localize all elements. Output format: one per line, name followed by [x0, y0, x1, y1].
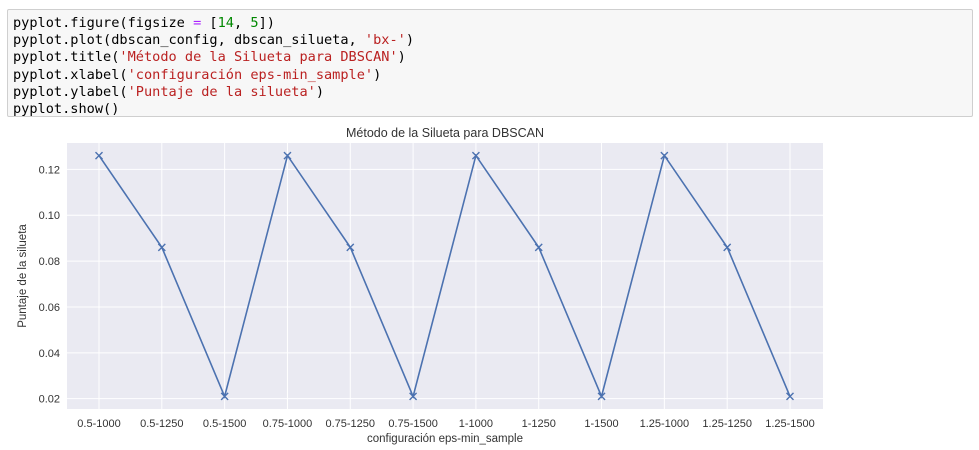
- x-tick-label: 1.25-1000: [640, 418, 690, 430]
- x-axis-label: configuración eps-min_sample: [367, 433, 523, 445]
- code-token: ,: [234, 15, 251, 31]
- code-token: ): [373, 66, 382, 83]
- chart-title: Método de la Silueta para DBSCAN: [346, 126, 544, 140]
- y-axis-label: Puntaje de la silueta: [17, 224, 29, 328]
- code-cell[interactable]: pyplot.figure(figsize = [14, 5]) pyplot.p…: [7, 9, 973, 117]
- x-tick-label: 0.5-1000: [77, 418, 120, 430]
- x-tick-label: 1.25-1250: [702, 418, 752, 430]
- line-chart: 0.5-1000 0.5-1250 0.5-1500 0.75-1000 0.75-12…: [17, 126, 823, 445]
- code-line: pyplot.figure(figsize = [14, 5]): [13, 15, 972, 32]
- x-tick-label: 0.75-1250: [325, 418, 375, 430]
- y-tick-label: 0.12: [39, 164, 60, 176]
- x-tick-label: 0.5-1500: [203, 418, 246, 430]
- code-line: pyplot.ylabel('Puntaje de la silueta'): [13, 84, 972, 101]
- code-token: ]): [258, 15, 275, 31]
- x-tick-label: 0.75-1500: [388, 418, 438, 430]
- code-token: 'configuración eps-min_sample': [127, 66, 374, 83]
- x-tick-label: 1.25-1500: [765, 418, 815, 430]
- code-editor[interactable]: pyplot.figure(figsize = [14, 5]) pyplot.p…: [13, 15, 972, 118]
- x-tick-label: 0.5-1250: [140, 418, 183, 430]
- code-token: pyplot.ylabel(: [13, 83, 128, 100]
- x-tick-label: 0.75-1000: [263, 418, 313, 430]
- code-token: ): [397, 49, 406, 66]
- y-tick-label: 0.06: [39, 302, 60, 314]
- y-tick-label: 0.04: [39, 348, 60, 360]
- code-token: 14: [217, 15, 234, 31]
- code-line: pyplot.title('Método de la Silueta para …: [13, 49, 972, 66]
- code-line: pyplot.xlabel('configuración eps-min_sam…: [13, 67, 972, 84]
- code-line: pyplot.show(): [13, 101, 972, 118]
- code-token: pyplot.xlabel(: [13, 66, 128, 83]
- code-token: 'bx-': [364, 32, 406, 49]
- x-tick-label: 1-1250: [522, 418, 556, 430]
- y-tick-label: 0.08: [39, 256, 60, 268]
- code-token: [: [201, 15, 218, 31]
- code-token: ): [315, 83, 325, 100]
- code-token: pyplot.plot(dbscan_config, dbscan_siluet…: [13, 32, 365, 49]
- code-token: 5: [250, 15, 259, 31]
- x-tick-label: 1-1000: [459, 418, 493, 430]
- code-line: pyplot.plot(dbscan_config, dbscan_siluet…: [13, 32, 972, 49]
- y-tick-label: 0.10: [39, 210, 60, 222]
- code-token: pyplot.figure(figsize: [13, 15, 194, 31]
- code-token: ): [405, 32, 415, 49]
- code-token: pyplot.title(: [13, 49, 120, 66]
- code-token: 'Puntaje de la silueta': [127, 83, 316, 100]
- code-token: 'Método de la Silueta para DBSCAN': [119, 49, 398, 66]
- y-tick-label: 0.02: [39, 394, 60, 406]
- x-tick-label: 1-1500: [584, 418, 618, 430]
- code-token: pyplot.show(): [13, 100, 120, 117]
